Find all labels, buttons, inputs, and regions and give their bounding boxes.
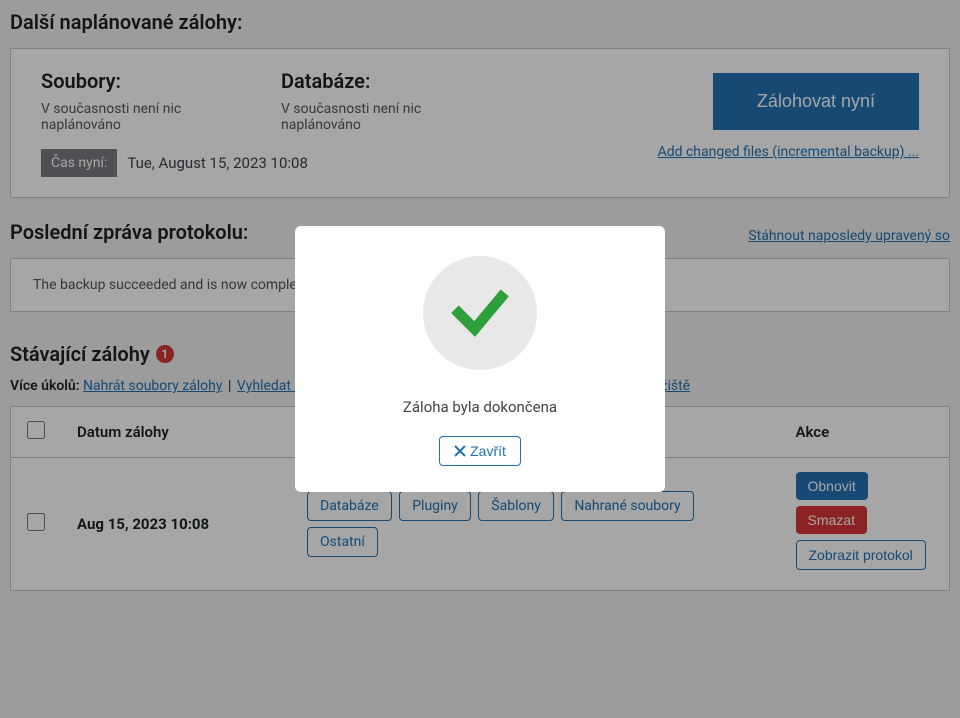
close-icon	[454, 445, 466, 457]
modal-overlay[interactable]: Záloha byla dokončena Zavřít	[0, 0, 960, 718]
modal-message: Záloha byla dokončena	[315, 398, 645, 416]
success-icon-wrap	[423, 256, 537, 370]
close-modal-button[interactable]: Zavřít	[439, 436, 521, 466]
check-icon	[448, 281, 512, 345]
success-modal: Záloha byla dokončena Zavřít	[295, 226, 665, 492]
close-label: Zavřít	[470, 443, 506, 459]
